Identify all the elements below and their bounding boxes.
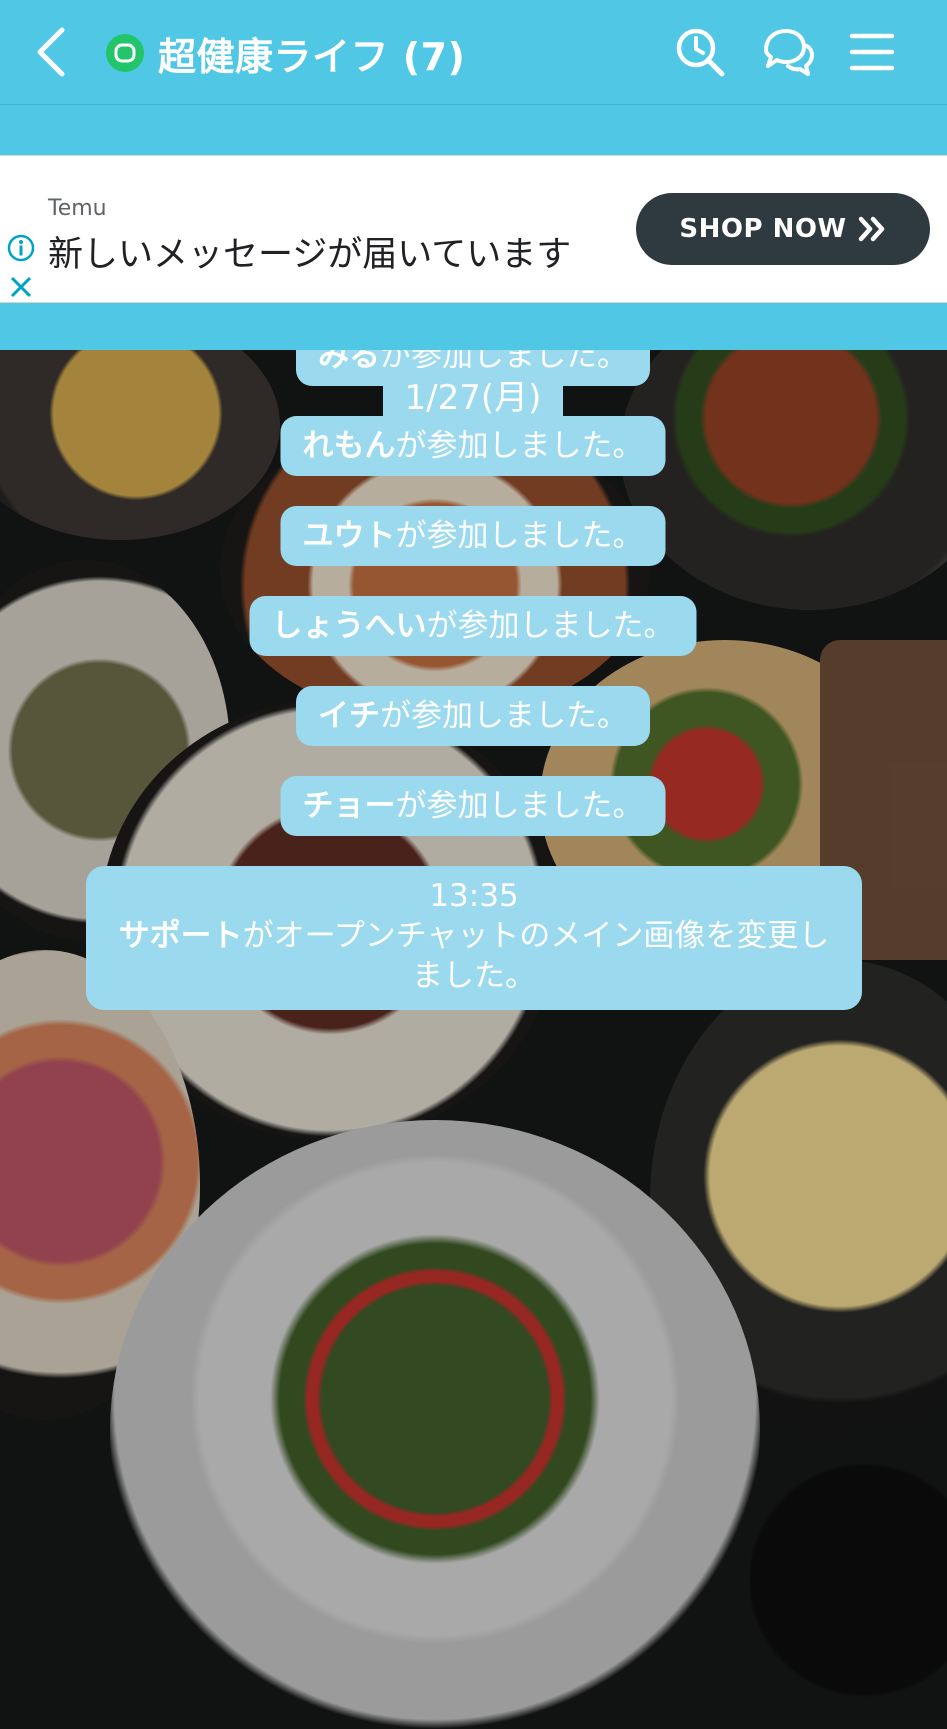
member-name: サポート (118, 918, 243, 954)
chats-button[interactable] (758, 22, 818, 82)
search-icon (676, 28, 725, 77)
system-message: チョーが参加しました。 (280, 776, 666, 836)
close-icon[interactable] (6, 272, 36, 302)
system-text: が参加しました。 (426, 608, 675, 644)
chat-title[interactable]: 超健康ライフ (7) (158, 26, 465, 81)
back-arrow-icon (37, 27, 65, 77)
system-message: ユウトが参加しました。 (280, 506, 666, 566)
shop-now-label: SHOP NOW (679, 214, 847, 244)
system-text: が参加しました。 (395, 518, 644, 554)
search-button[interactable] (670, 22, 730, 82)
image-change-message: 13:35 サポートがオープンチャットのメイン画像を変更しました。 (86, 866, 862, 1010)
chat-header: 超健康ライフ (7) (0, 0, 947, 105)
system-text: が参加しました。 (395, 788, 644, 824)
info-icon[interactable] (6, 233, 36, 263)
member-name: イチ (318, 698, 380, 734)
ad-banner[interactable]: Temu 新しいメッセージが届いています SHOP NOW (0, 155, 947, 303)
open-chat-icon (106, 34, 144, 72)
chat-bubbles-icon (764, 29, 814, 76)
member-name: みる (318, 350, 380, 374)
member-name: しょうへい (271, 608, 427, 644)
menu-icon (849, 33, 895, 71)
shop-now-button[interactable]: SHOP NOW (636, 193, 930, 265)
member-name: ユウト (302, 518, 396, 554)
system-message: イチが参加しました。 (296, 686, 650, 746)
member-name: チョー (302, 788, 396, 824)
system-message: しょうへいが参加しました。 (249, 596, 697, 656)
ad-brand: Temu (48, 196, 107, 221)
double-chevron-right-icon (858, 216, 884, 242)
ad-headline[interactable]: 新しいメッセージが届いています (48, 226, 571, 277)
system-text: が参加しました。 (380, 698, 628, 734)
message-time: 13:35 (429, 878, 519, 914)
system-text: がオープンチャットのメイン画像を変更しました。 (242, 918, 830, 994)
message-list[interactable]: みるが参加しました。 1/27(月) れもんが参加しました。 ユウトが参加しまし… (0, 350, 947, 1729)
image-change-text: サポートがオープンチャットのメイン画像を変更しました。 (106, 916, 842, 996)
system-text: が参加しました。 (395, 428, 644, 464)
ad-band-bottom (0, 303, 947, 350)
system-message: れもんが参加しました。 (280, 416, 666, 476)
back-button[interactable] (28, 22, 84, 82)
menu-button[interactable] (842, 22, 902, 82)
ad-band-top (0, 105, 947, 155)
member-name: れもん (302, 428, 396, 464)
